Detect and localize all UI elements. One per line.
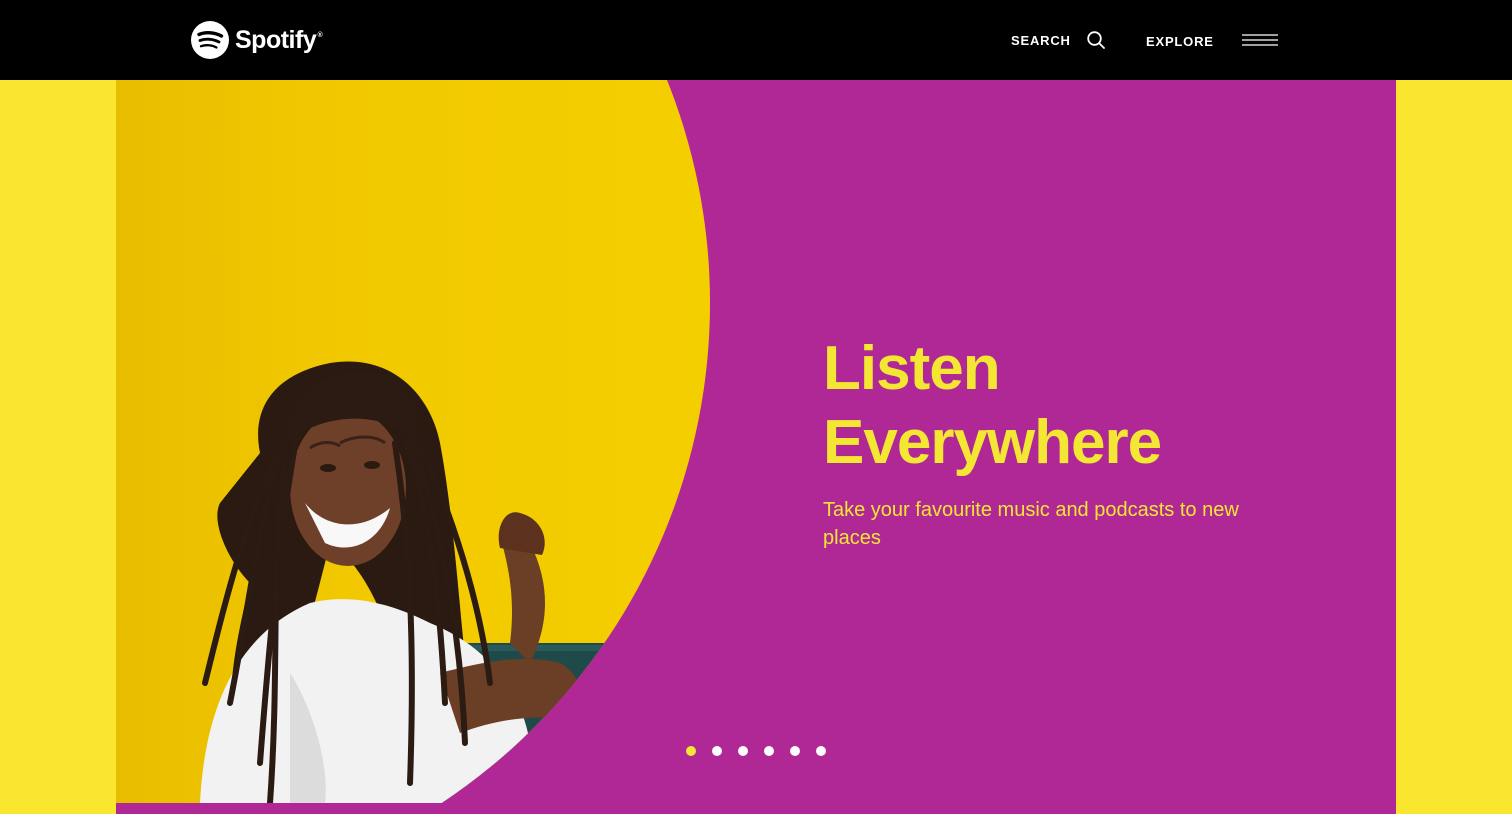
- hamburger-menu-icon[interactable]: [1242, 32, 1278, 48]
- hero-title: Listen Everywhere: [823, 332, 1253, 480]
- carousel-dot-5[interactable]: [790, 746, 800, 756]
- hero-title-line-1: Listen: [823, 334, 1001, 403]
- nav-explore-label: EXPLORE: [1146, 34, 1214, 49]
- brand-name: Spotify ®: [235, 25, 323, 54]
- smiling-man-photo: [116, 80, 710, 803]
- registered-mark: ®: [317, 31, 323, 39]
- carousel-dot-4[interactable]: [764, 746, 774, 756]
- top-navigation-bar: Spotify ® SEARCH EXPLORE: [0, 0, 1512, 80]
- spotify-logo-link[interactable]: Spotify ®: [190, 20, 323, 60]
- nav-explore-link[interactable]: EXPLORE: [1146, 33, 1214, 51]
- carousel-dot-6[interactable]: [816, 746, 826, 756]
- carousel-dot-1[interactable]: [686, 746, 696, 756]
- nav-search-link[interactable]: SEARCH: [1011, 28, 1106, 52]
- hero-subtitle: Take your favourite music and podcasts t…: [823, 499, 1239, 549]
- carousel-pagination: [686, 746, 826, 756]
- hero-carousel-slide: Listen Everywhere Take your favourite mu…: [116, 80, 1396, 814]
- carousel-dot-2[interactable]: [712, 746, 722, 756]
- carousel-dot-3[interactable]: [738, 746, 748, 756]
- nav-search-label: SEARCH: [1011, 32, 1071, 48]
- hero-copy: Listen Everywhere Take your favourite mu…: [823, 332, 1253, 552]
- spotify-logo-icon: [191, 21, 229, 59]
- hero-title-line-2: Everywhere: [823, 408, 1162, 477]
- search-icon: [1087, 31, 1105, 49]
